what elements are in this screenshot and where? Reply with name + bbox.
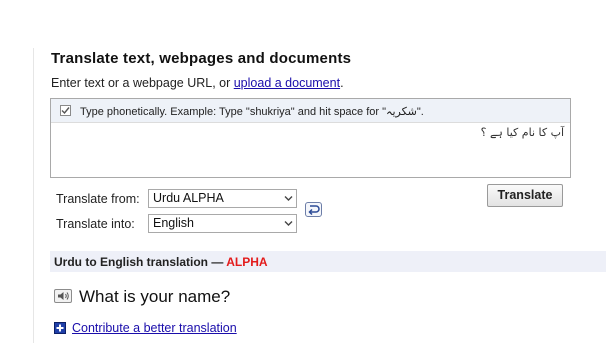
target-language-value: English <box>153 216 194 230</box>
source-language-value: Urdu ALPHA <box>153 191 224 205</box>
phonetic-hint: Type phonetically. Example: Type "shukri… <box>80 106 424 118</box>
target-language-select[interactable]: English <box>148 214 297 233</box>
chevron-down-icon <box>284 196 293 201</box>
instructions-text: Enter text or a webpage URL, or upload a… <box>51 76 344 90</box>
left-divider <box>33 48 34 343</box>
translate-button[interactable]: Translate <box>487 184 563 207</box>
translate-from-label: Translate from: <box>56 192 140 206</box>
swap-languages-button[interactable] <box>305 202 322 217</box>
result-heading-prefix: Urdu to English translation — <box>54 255 227 269</box>
chevron-down-icon <box>284 221 293 226</box>
contribute-translation-link[interactable]: Contribute a better translation <box>72 321 237 335</box>
source-text-area[interactable]: Type phonetically. Example: Type "shukri… <box>50 98 571 178</box>
translate-into-label: Translate into: <box>56 217 135 231</box>
source-text[interactable]: آپ کا نام کیا ہے ؟ <box>481 126 564 139</box>
listen-button[interactable] <box>54 289 72 303</box>
instructions-prefix: Enter text or a webpage URL, or <box>51 76 234 90</box>
checkmark-icon <box>61 107 70 115</box>
result-heading: Urdu to English translation — ALPHA <box>54 255 268 269</box>
instructions-suffix: . <box>340 76 344 90</box>
swap-icon <box>308 205 320 215</box>
upload-document-link[interactable]: upload a document <box>234 76 340 90</box>
page-title: Translate text, webpages and documents <box>51 50 352 67</box>
plus-icon <box>54 322 66 334</box>
alpha-badge: ALPHA <box>226 255 268 269</box>
phonetic-bar: Type phonetically. Example: Type "shukri… <box>51 99 570 123</box>
translated-text: What is your name? <box>79 287 231 306</box>
source-language-select[interactable]: Urdu ALPHA <box>148 189 297 208</box>
result-heading-bar: Urdu to English translation — ALPHA <box>50 251 606 272</box>
speaker-icon <box>58 292 69 300</box>
phonetic-checkbox[interactable] <box>60 105 71 116</box>
